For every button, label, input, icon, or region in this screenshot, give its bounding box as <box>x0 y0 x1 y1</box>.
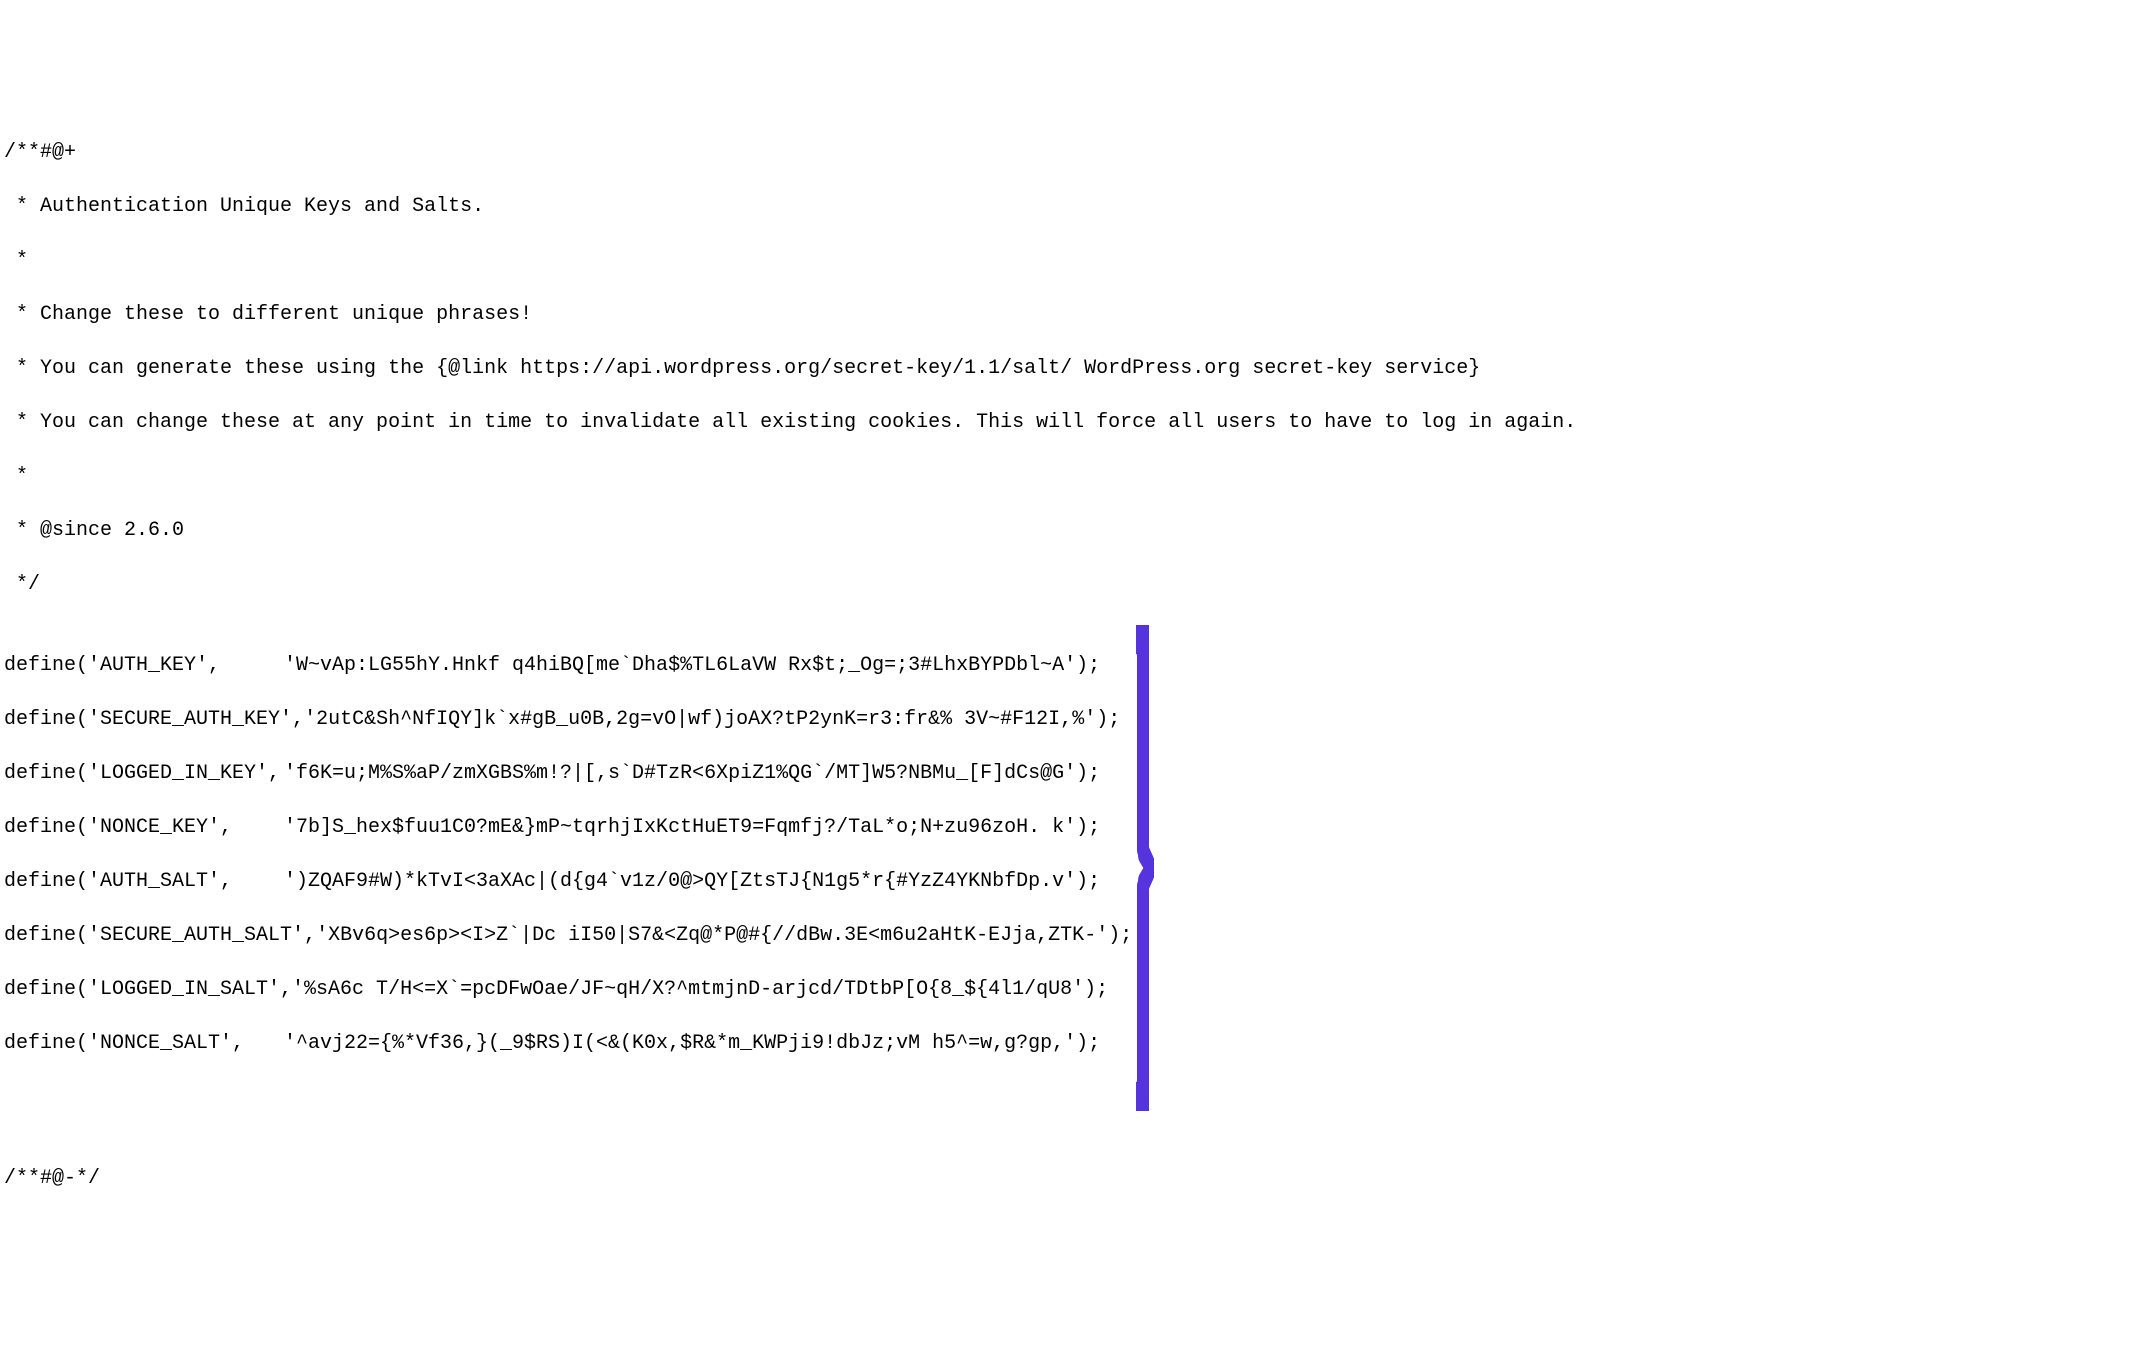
blank-line <box>4 1111 2138 1138</box>
code-block: /**#@+ * Authentication Unique Keys and … <box>4 112 2138 1219</box>
define-key: define('LOGGED_IN_SALT', <box>4 976 292 1003</box>
define-value: '%sA6c T/H<=X`=pcDFwOae/JF~qH/X?^mtmjnD-… <box>292 976 1108 1003</box>
docblock-line: * @since 2.6.0 <box>4 517 2138 544</box>
docblock-line: * <box>4 463 2138 490</box>
define-key: define('SECURE_AUTH_KEY', <box>4 706 304 733</box>
docblock-line: * Change these to different unique phras… <box>4 301 2138 328</box>
define-key: define('AUTH_KEY', <box>4 652 284 679</box>
define-value: 'f6K=u;M%S%aP/zmXGBS%m!?|[,s`D#TzR<6XpiZ… <box>284 760 1100 787</box>
define-key: define('AUTH_SALT', <box>4 868 284 895</box>
docblock-footer: /**#@-*/ <box>4 1165 2138 1192</box>
define-value: 'W~vAp:LG55hY.Hnkf q4hiBQ[me`Dha$%TL6LaV… <box>284 652 1100 679</box>
define-secure-auth-salt: define('SECURE_AUTH_SALT','XBv6q>es6p><I… <box>4 922 1132 949</box>
docblock-close: */ <box>4 571 2138 598</box>
define-value: '2utC&Sh^NfIQY]k`x#gB_u0B,2g=vO|wf)joAX?… <box>304 706 1120 733</box>
define-logged-in-salt: define('LOGGED_IN_SALT','%sA6c T/H<=X`=p… <box>4 976 1132 1003</box>
docblock-open: /**#@+ <box>4 139 2138 166</box>
bracket-icon <box>1136 625 1154 1111</box>
define-value: '7b]S_hex$fuu1C0?mE&}mP~tqrhjIxKctHuET9=… <box>284 814 1100 841</box>
define-secure-auth-key: define('SECURE_AUTH_KEY','2utC&Sh^NfIQY]… <box>4 706 1132 733</box>
defines-block: define('AUTH_KEY','W~vAp:LG55hY.Hnkf q4h… <box>4 625 1132 1111</box>
define-value: ')ZQAF9#W)*kTvI<3aXAc|(d{g4`v1z/0@>QY[Zt… <box>284 868 1100 895</box>
define-key: define('SECURE_AUTH_SALT', <box>4 922 316 949</box>
define-key: define('NONCE_KEY', <box>4 814 284 841</box>
define-nonce-salt: define('NONCE_SALT','^avj22={%*Vf36,}(_9… <box>4 1030 1132 1057</box>
define-logged-in-key: define('LOGGED_IN_KEY','f6K=u;M%S%aP/zmX… <box>4 760 1132 787</box>
define-key: define('LOGGED_IN_KEY', <box>4 760 284 787</box>
define-value: '^avj22={%*Vf36,}(_9$RS)I(<&(K0x,$R&*m_K… <box>284 1030 1100 1057</box>
docblock-line: * <box>4 247 2138 274</box>
docblock-line: * Authentication Unique Keys and Salts. <box>4 193 2138 220</box>
define-auth-key: define('AUTH_KEY','W~vAp:LG55hY.Hnkf q4h… <box>4 652 1132 679</box>
define-value: 'XBv6q>es6p><I>Z`|Dc iI50|S7&<Zq@*P@#{//… <box>316 922 1132 949</box>
docblock-line: * You can generate these using the {@lin… <box>4 355 2138 382</box>
define-auth-salt: define('AUTH_SALT',')ZQAF9#W)*kTvI<3aXAc… <box>4 868 1132 895</box>
define-nonce-key: define('NONCE_KEY','7b]S_hex$fuu1C0?mE&}… <box>4 814 1132 841</box>
docblock-line: * You can change these at any point in t… <box>4 409 2138 436</box>
define-key: define('NONCE_SALT', <box>4 1030 284 1057</box>
